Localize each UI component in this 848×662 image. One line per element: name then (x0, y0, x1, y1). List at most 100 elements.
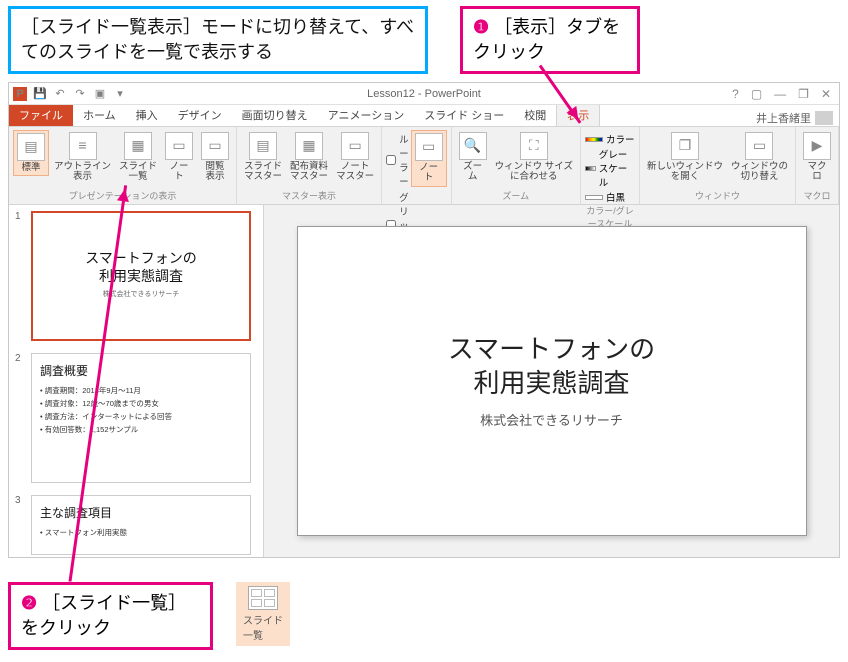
slide-sorter-icon: ▦ (124, 132, 152, 160)
user-name[interactable]: 井上香緒里 (756, 110, 811, 126)
tab-insert[interactable]: 挿入 (126, 104, 168, 126)
thumb-subtitle: 株式会社できるリサーチ (41, 289, 241, 299)
instruction-callout: ［スライド一覧表示］モードに切り替えて、すべてのスライドを一覧で表示する (8, 6, 428, 74)
new-window-icon: ❐ (671, 132, 699, 160)
window-title: Lesson12 - PowerPoint (367, 88, 481, 100)
tab-slideshow[interactable]: スライド ショー (414, 104, 514, 126)
powerpoint-icon: P (13, 87, 27, 101)
tab-home[interactable]: ホーム (73, 104, 126, 126)
new-window-button[interactable]: ❐新しいウィンドウ を開く (644, 130, 726, 185)
group-label-window: ウィンドウ (644, 189, 791, 203)
notes-master-button[interactable]: ▭ノート マスター (333, 130, 377, 185)
zoom-button[interactable]: 🔍ズーム (456, 130, 490, 185)
help-icon[interactable]: ? (728, 87, 743, 101)
step2-callout: ❷ ［スライド一覧］をクリック (8, 582, 213, 650)
ruler-checkbox[interactable]: ルーラー (386, 132, 409, 188)
slide-thumb-1[interactable]: スマートフォンの 利用実態調査 株式会社できるリサーチ (31, 211, 251, 341)
fit-window-icon: ⛶ (520, 132, 548, 160)
step2-num: ❷ (21, 593, 37, 613)
restore-icon[interactable]: ❐ (794, 87, 813, 101)
thumb-title: スマートフォンの 利用実態調査 (41, 249, 241, 285)
ribbon-tabs: ファイル ホーム 挿入 デザイン 画面切り替え アニメーション スライド ショー… (9, 105, 839, 127)
ribbon-options-icon[interactable]: ▢ (747, 87, 766, 101)
instruction-text: ［スライド一覧表示］モードに切り替えて、すべてのスライドを一覧で表示する (21, 17, 414, 62)
slide-title: スマートフォンの 利用実態調査 (448, 333, 655, 401)
slide-sorter-button[interactable]: ▦スライド 一覧 (116, 130, 160, 185)
group-macros: ▶マクロ マクロ (796, 127, 839, 204)
step2-text: ［スライド一覧］をクリック (21, 593, 186, 638)
slide-master-icon: ▤ (249, 132, 277, 160)
slide-sorter-zoom-button[interactable]: スライド 一覧 (236, 582, 290, 646)
slide-editor[interactable]: スマートフォンの 利用実態調査 株式会社できるリサーチ (264, 205, 839, 557)
powerpoint-window: P 💾 ↶ ↷ ▣ ▾ Lesson12 - PowerPoint ? ▢ — … (8, 82, 840, 558)
handout-master-button[interactable]: ▦配布資料 マスター (287, 130, 331, 185)
tab-transitions[interactable]: 画面切り替え (232, 104, 318, 126)
handout-master-icon: ▦ (295, 132, 323, 160)
fit-window-button[interactable]: ⛶ウィンドウ サイズ に合わせる (492, 130, 576, 185)
macros-button[interactable]: ▶マクロ (800, 130, 834, 185)
thumb-number: 1 (15, 211, 25, 341)
ribbon: ▤標準 ≡アウトライン 表示 ▦スライド 一覧 ▭ノート ▭閲覧表示 プレゼンテ… (9, 127, 839, 205)
undo-icon[interactable]: ↶ (53, 87, 67, 101)
thumbnail-3[interactable]: 3 主な調査項目 スマートフォン利用実態 (15, 495, 257, 555)
tab-design[interactable]: デザイン (168, 104, 232, 126)
window-controls: ? ▢ — ❐ ✕ (728, 87, 839, 101)
tab-animations[interactable]: アニメーション (318, 104, 415, 126)
notes-icon: ▭ (415, 133, 443, 161)
current-slide[interactable]: スマートフォンの 利用実態調査 株式会社できるリサーチ (297, 226, 807, 536)
slide-master-button[interactable]: ▤スライド マスター (241, 130, 285, 185)
bw-button[interactable]: 白黒 (585, 190, 635, 204)
minimize-icon[interactable]: — (770, 87, 790, 101)
thumb-number: 2 (15, 353, 25, 483)
grayscale-button[interactable]: グレースケール (585, 147, 635, 189)
slide-thumb-2[interactable]: 調査概要 調査期間：2013年9月〜11月 調査対象：12歳〜70歳までの男女 … (31, 353, 251, 483)
group-show: ルーラー グリッド線 ガイド ▭ノート 表示 (382, 127, 452, 204)
macros-icon: ▶ (803, 132, 831, 160)
thumbnail-pane[interactable]: 1 スマートフォンの 利用実態調査 株式会社できるリサーチ 2 調査概要 調査期… (9, 205, 264, 557)
step1-callout: ❶ ［表示］タブをクリック (460, 6, 640, 74)
slide-sorter-zoom-icon (248, 586, 278, 610)
thumbnail-1[interactable]: 1 スマートフォンの 利用実態調査 株式会社できるリサーチ (15, 211, 257, 341)
quick-access-toolbar: P 💾 ↶ ↷ ▣ ▾ (9, 87, 127, 101)
grayscale-swatch-icon (585, 166, 596, 171)
normal-view-button[interactable]: ▤標準 (13, 130, 49, 176)
notes-master-icon: ▭ (341, 132, 369, 160)
thumb-bullets: スマートフォン利用実態 (40, 527, 242, 538)
group-window: ❐新しいウィンドウ を開く ▭ウィンドウの 切り替え ウィンドウ (640, 127, 796, 204)
slide-sorter-zoom-label: スライド 一覧 (243, 612, 283, 642)
redo-icon[interactable]: ↷ (73, 87, 87, 101)
group-zoom: 🔍ズーム ⛶ウィンドウ サイズ に合わせる ズーム (452, 127, 581, 204)
step1-text: ［表示］タブをクリック (473, 17, 620, 62)
close-icon[interactable]: ✕ (817, 87, 835, 101)
thumb-number: 3 (15, 495, 25, 555)
group-master-views: ▤スライド マスター ▦配布資料 マスター ▭ノート マスター マスター表示 (237, 127, 382, 204)
user-avatar-icon[interactable] (815, 111, 833, 125)
titlebar: P 💾 ↶ ↷ ▣ ▾ Lesson12 - PowerPoint ? ▢ — … (9, 83, 839, 105)
group-color: カラー グレースケール 白黒 カラー/グレースケール (581, 127, 640, 204)
group-label-master-views: マスター表示 (241, 189, 377, 203)
start-show-icon[interactable]: ▣ (93, 87, 107, 101)
switch-window-icon: ▭ (745, 132, 773, 160)
qat-dropdown-icon[interactable]: ▾ (113, 87, 127, 101)
thumbnail-2[interactable]: 2 調査概要 調査期間：2013年9月〜11月 調査対象：12歳〜70歳までの男… (15, 353, 257, 483)
group-label-macros: マクロ (800, 189, 834, 203)
thumb-title: 調査概要 (40, 362, 242, 379)
tab-review[interactable]: 校閲 (514, 104, 556, 126)
save-icon[interactable]: 💾 (33, 87, 47, 101)
outline-view-button[interactable]: ≡アウトライン 表示 (51, 130, 114, 185)
thumb-bullets: 調査期間：2013年9月〜11月 調査対象：12歳〜70歳までの男女 調査方法：… (40, 385, 242, 435)
reading-view-button[interactable]: ▭閲覧表示 (198, 130, 232, 185)
normal-view-icon: ▤ (17, 133, 45, 161)
notes-page-icon: ▭ (165, 132, 193, 160)
notes-button[interactable]: ▭ノート (411, 130, 447, 187)
bw-swatch-icon (585, 195, 603, 200)
slide-thumb-3[interactable]: 主な調査項目 スマートフォン利用実態 (31, 495, 251, 555)
color-button[interactable]: カラー (585, 132, 635, 146)
tab-file[interactable]: ファイル (9, 104, 73, 126)
switch-window-button[interactable]: ▭ウィンドウの 切り替え (728, 130, 791, 185)
step1-num: ❶ (473, 17, 489, 37)
thumb-title: 主な調査項目 (40, 504, 242, 521)
color-swatch-icon (585, 137, 603, 142)
workspace: 1 スマートフォンの 利用実態調査 株式会社できるリサーチ 2 調査概要 調査期… (9, 205, 839, 557)
notes-page-button[interactable]: ▭ノート (162, 130, 196, 185)
